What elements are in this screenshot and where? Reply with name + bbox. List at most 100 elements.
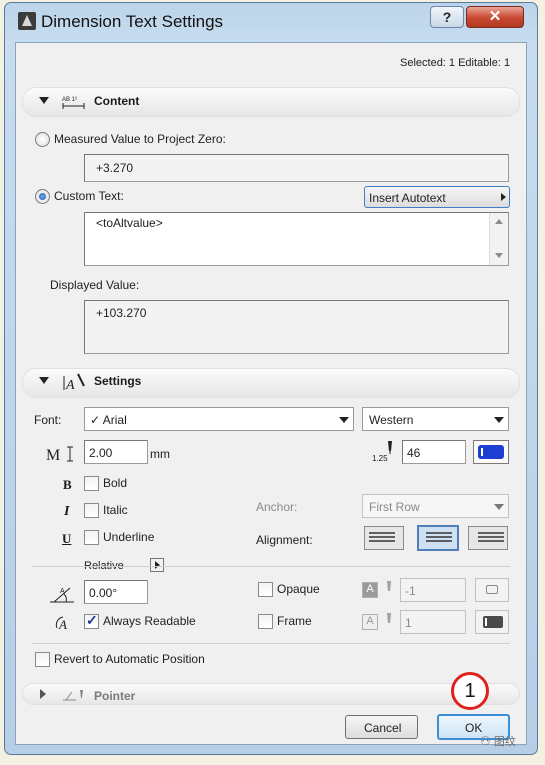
always-readable-checkbox[interactable] xyxy=(84,612,99,629)
opaque-color-swatch xyxy=(475,578,509,602)
divider xyxy=(32,643,510,644)
pen-icon xyxy=(382,612,396,630)
frame-color-swatch xyxy=(475,610,509,634)
text-angle-value: 0.00° xyxy=(89,586,118,600)
text-size-icon: M xyxy=(46,444,76,464)
pen-number-input[interactable]: 46 xyxy=(402,440,466,464)
measured-value-label: Measured Value to Project Zero: xyxy=(54,132,226,146)
frame-checkbox[interactable] xyxy=(258,614,273,629)
submenu-arrow-icon xyxy=(501,193,506,201)
text-angle-icon: A xyxy=(48,582,76,604)
displayed-value-field xyxy=(84,300,509,354)
relative-toggle-button[interactable] xyxy=(150,558,164,572)
pen-color-marker xyxy=(481,448,483,456)
frame-label: Frame xyxy=(277,614,312,628)
svg-text:A: A xyxy=(65,378,75,392)
underline-icon: U xyxy=(62,531,72,546)
insert-autotext-button[interactable]: Insert Autotext xyxy=(364,186,510,208)
font-label: Font: xyxy=(34,413,62,427)
chevron-down-icon xyxy=(339,417,349,423)
underline-checkbox[interactable] xyxy=(84,530,99,545)
opaque-pen-value: -1 xyxy=(405,584,416,598)
italic-label: Italic xyxy=(103,503,128,517)
watermark-text: 图纹 xyxy=(493,736,516,748)
underline-label: Underline xyxy=(103,530,155,544)
align-left-button[interactable] xyxy=(364,526,404,550)
scroll-up-icon[interactable] xyxy=(495,219,503,224)
text-size-input[interactable]: 2.00 xyxy=(84,440,148,464)
bold-label: Bold xyxy=(103,476,128,490)
wechat-icon: ⚇ xyxy=(480,734,491,748)
pointer-section-title: Pointer xyxy=(94,689,136,703)
script-dropdown[interactable]: Western xyxy=(362,407,509,431)
displayed-value-text: +103.270 xyxy=(96,306,147,320)
anchor-label: Anchor: xyxy=(256,500,298,514)
collapse-triangle-icon[interactable] xyxy=(39,97,49,104)
anchor-dropdown: First Row xyxy=(362,494,509,518)
divider xyxy=(32,566,510,567)
displayed-value-label: Displayed Value: xyxy=(50,278,140,292)
italic-icon: I xyxy=(64,504,70,519)
align-right-button[interactable] xyxy=(468,526,508,550)
custom-text-label: Custom Text: xyxy=(54,189,124,203)
swatch-icon xyxy=(486,585,498,594)
italic-checkbox[interactable] xyxy=(84,503,99,518)
pen-caption: 1.25 xyxy=(372,454,388,463)
always-readable-icon: A xyxy=(55,614,77,632)
archicad-app-icon xyxy=(18,12,36,30)
collapse-triangle-icon[interactable] xyxy=(39,377,49,384)
insert-autotext-label: Insert Autotext xyxy=(369,191,446,205)
script-value: Western xyxy=(369,413,414,427)
measured-value-text: +3.270 xyxy=(96,161,134,175)
settings-section-title: Settings xyxy=(94,374,142,388)
fill-text-icon: A xyxy=(362,582,378,598)
alignment-label: Alignment: xyxy=(256,533,313,547)
bold-checkbox[interactable] xyxy=(84,476,99,491)
svg-text:M: M xyxy=(46,447,60,464)
measured-value-field xyxy=(84,154,509,182)
pointer-icon xyxy=(62,688,86,702)
swatch-marker xyxy=(485,618,487,626)
frame-pen-value: 1 xyxy=(405,616,412,630)
close-button[interactable]: ✕ xyxy=(466,6,524,28)
revert-position-checkbox[interactable] xyxy=(35,652,50,667)
bold-icon: B xyxy=(63,477,72,492)
play-icon xyxy=(155,561,160,569)
opaque-checkbox[interactable] xyxy=(258,582,273,597)
expand-triangle-icon[interactable] xyxy=(40,689,46,699)
watermark: ⚇ 图纹 xyxy=(480,733,516,749)
pen-number-value: 46 xyxy=(407,446,421,460)
pen-color-swatch[interactable] xyxy=(473,440,509,464)
anchor-value: First Row xyxy=(369,500,420,514)
dimension-content-icon: AB 1² xyxy=(62,94,86,110)
always-readable-label: Always Readable xyxy=(103,614,196,628)
custom-text-value: <toAltvalue> xyxy=(96,216,163,230)
measured-value-radio[interactable] xyxy=(35,132,50,147)
font-value: ✓ Arial xyxy=(90,413,127,427)
step-callout-badge: 1 xyxy=(451,672,489,710)
text-angle-input[interactable]: 0.00° xyxy=(84,580,148,604)
chevron-down-icon xyxy=(494,504,504,510)
scroll-down-icon[interactable] xyxy=(495,253,503,258)
frame-pen-input: 1 xyxy=(400,610,466,634)
selection-status: Selected: 1 Editable: 1 xyxy=(400,57,511,69)
font-dropdown[interactable]: ✓ Arial xyxy=(84,407,354,431)
cancel-label: Cancel xyxy=(364,721,402,735)
chevron-down-icon xyxy=(494,417,504,423)
svg-text:AB 1²: AB 1² xyxy=(62,97,77,103)
opaque-label: Opaque xyxy=(277,582,320,596)
frame-text-icon: A xyxy=(362,614,378,630)
pen-icon xyxy=(382,580,396,598)
pen-icon: 1.25 xyxy=(372,440,398,464)
content-section-title: Content xyxy=(94,94,140,108)
cancel-button[interactable]: Cancel xyxy=(345,715,418,739)
opaque-pen-input: -1 xyxy=(400,578,466,602)
dialog-title: Dimension Text Settings xyxy=(41,12,224,31)
text-size-unit: mm xyxy=(150,447,170,461)
custom-text-radio[interactable] xyxy=(35,189,50,204)
custom-text-scrollbar[interactable] xyxy=(489,213,508,265)
text-size-value: 2.00 xyxy=(89,446,113,460)
help-button[interactable]: ? xyxy=(430,6,464,28)
align-center-button[interactable] xyxy=(417,525,459,551)
revert-position-label: Revert to Automatic Position xyxy=(54,652,205,666)
